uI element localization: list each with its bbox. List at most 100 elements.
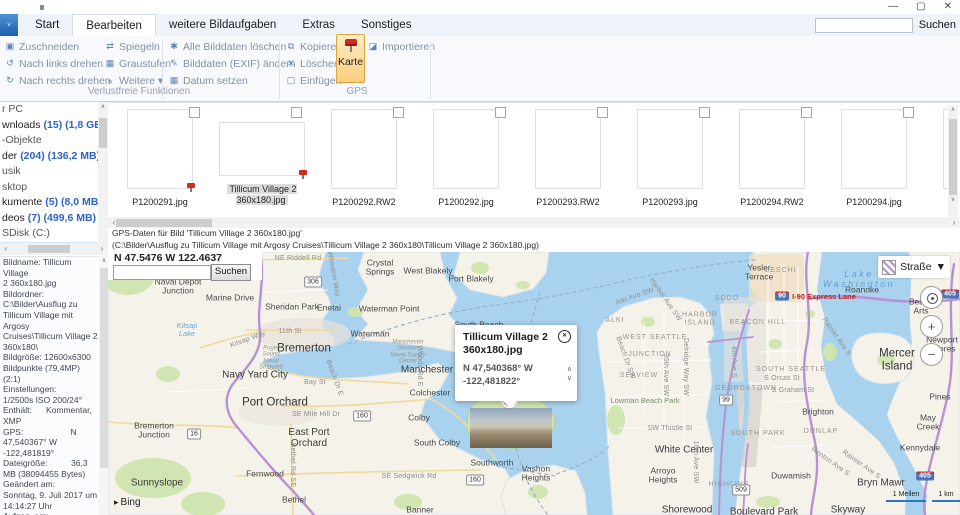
ribbon-button[interactable]: ↺ Nach links drehen	[4, 55, 111, 72]
folder-tree-item[interactable]: usik	[0, 164, 98, 180]
popup-spinner[interactable]: ∧ ∨	[567, 365, 572, 383]
map-search-button[interactable]: Suchen	[211, 264, 251, 281]
scroll-up-icon[interactable]: ∧	[948, 105, 958, 115]
minimize-button[interactable]: —	[888, 0, 898, 14]
thumbnail-photo[interactable]	[127, 109, 193, 189]
image-details-panel: Bildname: Tillicum Village2 360x180.jpgB…	[0, 256, 99, 515]
ribbon-button-icon: »	[104, 76, 116, 86]
detail-line: Tillicum Village mit Argosy	[0, 310, 99, 331]
scroll-right-icon[interactable]: ›	[97, 244, 107, 254]
scrollbar-thumb[interactable]	[28, 245, 70, 253]
thumbnail[interactable]: P1200292.jpg	[419, 103, 513, 215]
folder-tree-item[interactable]: der(204) (136,2 MB)	[0, 149, 98, 165]
ribbon-tab[interactable]: Bearbeiten	[72, 14, 156, 36]
gps-panel-title: GPS-Daten für Bild 'Tillicum Village 2 3…	[108, 228, 960, 240]
thumbnail-checkbox[interactable]	[699, 107, 710, 118]
ribbon-button[interactable]: ▣ Zuschneiden	[4, 38, 111, 55]
ribbon-button[interactable]: ▦ Graustufen	[104, 55, 171, 72]
thumbnail-photo[interactable]	[841, 109, 907, 189]
ribbon-button[interactable]: ✕ Löschen	[285, 55, 342, 72]
folder-tree-item[interactable]: r PC	[0, 102, 98, 118]
ribbon-button[interactable]: ⇄ Spiegeln	[104, 38, 171, 55]
ribbon-button[interactable]: ⧉ Kopieren	[285, 38, 342, 55]
map-search-input[interactable]	[113, 265, 211, 280]
folder-tree-item[interactable]: -Objekte	[0, 133, 98, 149]
scroll-right-icon[interactable]: ›	[949, 218, 959, 228]
app-menu-button[interactable]: ˅	[0, 14, 18, 36]
folder-tree-item[interactable]: sktop	[0, 180, 98, 196]
detail-line: MB (38094455 Bytes)	[0, 469, 99, 480]
ribbon-tab[interactable]: Start	[22, 14, 72, 36]
ribbon-button-icon: ↺	[4, 58, 16, 69]
detail-line: GPS: N	[0, 427, 99, 438]
thumbnail[interactable]: P1200292.RW2	[317, 103, 411, 215]
thumbnail-checkbox[interactable]	[903, 107, 914, 118]
thumbnail-checkbox[interactable]	[189, 107, 200, 118]
thumbnail-checkbox[interactable]	[291, 107, 302, 118]
global-search-label[interactable]: Suchen	[919, 19, 956, 31]
tree-horizontal-scrollbar[interactable]: ‹ ›	[0, 243, 108, 255]
folder-tree-item[interactable]: kumente(5) (8,0 MB)	[0, 195, 98, 211]
ribbon-button-icon: ⧉	[285, 41, 297, 52]
ribbon-tab[interactable]: Sonstiges	[348, 14, 425, 36]
thumbnail[interactable]: P1200294.RW2	[725, 103, 819, 215]
map-locate-button[interactable]	[920, 286, 943, 309]
map-style-dropdown[interactable]: Straße ▼	[878, 256, 950, 278]
thumbnail-checkbox[interactable]	[393, 107, 404, 118]
scrollbar-thumb[interactable]	[116, 219, 212, 227]
spin-up-icon: ∧	[567, 365, 572, 374]
popup-close-icon[interactable]: ✕	[558, 330, 571, 343]
ribbon-tab[interactable]: Extras	[289, 14, 348, 36]
scrollbar-thumb[interactable]	[99, 118, 107, 148]
ribbon-button[interactable]: ✱ Alle Bilddaten löschen	[168, 38, 296, 55]
thumbnail-filename: P1200293.RW2	[521, 197, 615, 208]
folder-tree-item[interactable]: deos(7) (499,6 MB)	[0, 211, 98, 227]
ribbon-button-icon: ↻	[4, 75, 16, 86]
strip-vertical-scrollbar[interactable]: ∧ ∨	[948, 105, 958, 217]
ribbon-button[interactable]: ✎ Bilddaten (EXIF) ändern	[168, 55, 296, 72]
thumbnail[interactable]: P1200293.jpg	[623, 103, 717, 215]
tree-vertical-scrollbar[interactable]: ∧	[98, 102, 108, 243]
map-scale-miles: 1 Meilen	[886, 491, 926, 502]
map-panel[interactable]: NE Riddell RdWheaton Way306Crystal Sprin…	[108, 252, 960, 515]
ribbon-separator	[430, 41, 431, 99]
thumbnail-photo[interactable]	[433, 109, 499, 189]
scroll-left-icon[interactable]: ‹	[1, 244, 11, 254]
scrollbar-thumb[interactable]	[100, 268, 108, 468]
thumbnail-photo[interactable]	[739, 109, 805, 189]
map-zoom-out-button[interactable]: −	[920, 343, 943, 366]
thumbnail[interactable]: Tillicum Village 2 360x180.jpg	[215, 103, 309, 215]
thumbnail-photo[interactable]	[637, 109, 703, 189]
thumbnail-filename: P1200293.jpg	[623, 197, 717, 208]
folder-tree: r PC wnloads(15) (1,8 GB) -Objekte der(2…	[0, 102, 98, 243]
thumbnail-photo[interactable]	[535, 109, 601, 189]
ribbon-group-label: GPS	[285, 86, 429, 97]
detail-line: -122,481819°	[0, 448, 99, 459]
import-button[interactable]: ◪ Importieren	[367, 38, 435, 55]
thumbnail-photo[interactable]	[219, 122, 305, 176]
maximize-button[interactable]: ▢	[916, 0, 925, 14]
thumbnail-photo[interactable]	[331, 109, 397, 189]
thumbnail[interactable]: P1200291.jpg	[113, 103, 207, 215]
close-button[interactable]: ✕	[944, 0, 952, 14]
thumbnail-checkbox[interactable]	[801, 107, 812, 118]
gps-panel-header: GPS-Daten für Bild 'Tillicum Village 2 3…	[108, 228, 960, 252]
thumbnail-checkbox[interactable]	[495, 107, 506, 118]
thumbnail[interactable]: P1200294.jpg	[827, 103, 921, 215]
folder-tree-item[interactable]: wnloads(15) (1,8 GB)	[0, 118, 98, 134]
detail-line: Bildgröße: 12600x6300	[0, 352, 99, 363]
map-scale-km: 1 km	[932, 491, 960, 502]
detail-line: 360x180\	[0, 342, 99, 353]
scroll-up-icon[interactable]: ∧	[98, 102, 108, 112]
map-photo-preview[interactable]	[470, 408, 552, 448]
folder-tree-item[interactable]: SDisk (C:)	[0, 226, 98, 242]
scrollbar-thumb[interactable]	[949, 119, 957, 195]
map-zoom-in-button[interactable]: +	[920, 315, 943, 338]
quick-access-icon	[40, 5, 44, 10]
thumbnail-checkbox[interactable]	[597, 107, 608, 118]
karte-map-button[interactable]: Karte	[336, 34, 365, 83]
global-search-input[interactable]	[815, 18, 913, 33]
ribbon-tab[interactable]: weitere Bildaufgaben	[156, 14, 289, 36]
scroll-down-icon[interactable]: ∨	[948, 195, 958, 205]
thumbnail[interactable]: P1200293.RW2	[521, 103, 615, 215]
